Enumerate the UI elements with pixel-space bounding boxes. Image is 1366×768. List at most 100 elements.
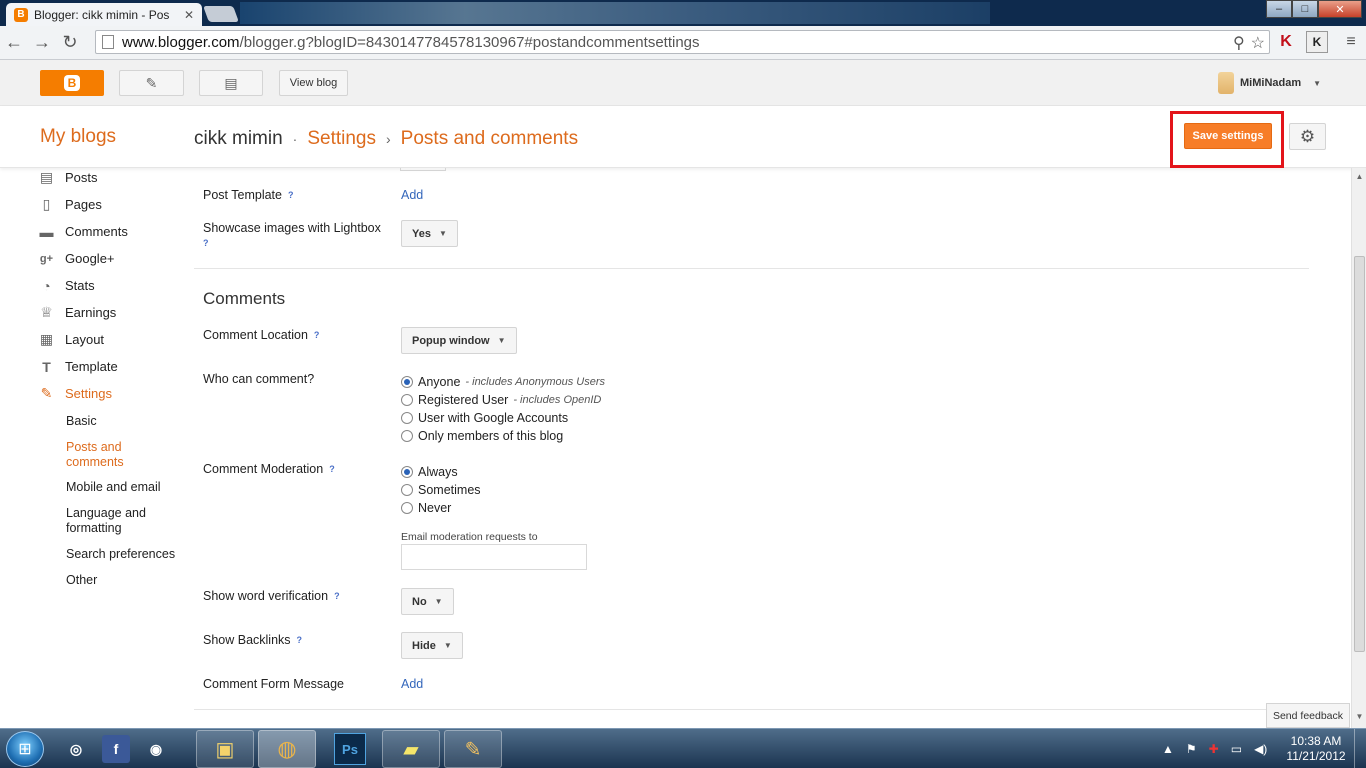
- sidebar-item-pages[interactable]: ▯ Pages: [38, 196, 102, 212]
- star-icon[interactable]: ☆: [1251, 33, 1265, 53]
- chrome-icon: ◍: [277, 736, 297, 761]
- chevron-down-icon: ▼: [443, 641, 452, 650]
- radio-button[interactable]: [401, 484, 413, 496]
- network-icon[interactable]: ▭: [1231, 742, 1242, 756]
- sidebar-item-earnings[interactable]: ♕ Earnings: [38, 304, 116, 320]
- radio-button[interactable]: [401, 430, 413, 442]
- wrench-menu-icon[interactable]: ≡: [1340, 31, 1362, 53]
- address-bar[interactable]: www.blogger.com/blogger.g?blogID=8430147…: [95, 30, 1270, 54]
- help-icon[interactable]: ?: [329, 464, 335, 474]
- kaspersky-icon[interactable]: K: [1275, 31, 1297, 53]
- chrome-taskbar-button[interactable]: ◍: [258, 730, 316, 768]
- radio-google-accounts[interactable]: User with Google Accounts: [401, 411, 568, 425]
- word-verification-select[interactable]: No ▼: [401, 588, 454, 615]
- radio-blog-members[interactable]: Only members of this blog: [401, 429, 563, 443]
- facebook-icon[interactable]: f: [102, 735, 130, 763]
- sidebar-subitem-search-preferences[interactable]: Search preferences: [66, 547, 175, 562]
- save-settings-button[interactable]: Save settings: [1184, 123, 1272, 149]
- app-icon[interactable]: ◎: [60, 733, 92, 765]
- sidebar-item-layout[interactable]: ▦ Layout: [38, 331, 105, 347]
- action-center-flag-icon[interactable]: ⚑: [1186, 742, 1197, 756]
- page-scrollbar[interactable]: ▲ ▼: [1351, 168, 1366, 728]
- radio-button[interactable]: [401, 412, 413, 424]
- camera-icon[interactable]: ◉: [140, 733, 172, 765]
- radio-button[interactable]: [401, 394, 413, 406]
- new-post-button[interactable]: ✎: [119, 70, 184, 96]
- posts-list-button[interactable]: ▤: [199, 70, 263, 96]
- search-icon[interactable]: ⚲: [1233, 33, 1245, 53]
- system-clock[interactable]: 10:38 AM 11/21/2012: [1284, 734, 1348, 764]
- radio-button[interactable]: [401, 502, 413, 514]
- new-tab-button[interactable]: [203, 6, 239, 22]
- folder-icon: ▣: [215, 738, 235, 761]
- show-hidden-icons-icon[interactable]: ▲: [1162, 742, 1174, 756]
- user-menu[interactable]: MiMiNadam ▼: [1218, 72, 1321, 94]
- scrollbar-thumb[interactable]: [1354, 256, 1365, 652]
- sidebar-subitem-posts-and-comments[interactable]: Posts and comments: [66, 440, 138, 470]
- comment-form-message-label: Comment Form Message: [203, 677, 345, 691]
- antivirus-icon[interactable]: ✚: [1209, 742, 1219, 756]
- sidebar-subitem-language-and-formatting[interactable]: Language and formatting: [66, 506, 161, 536]
- help-icon[interactable]: ?: [334, 591, 340, 601]
- radio-moderation-never[interactable]: Never: [401, 501, 451, 515]
- help-icon[interactable]: ?: [203, 238, 209, 248]
- extension-k-icon[interactable]: K: [1306, 31, 1328, 53]
- radio-button[interactable]: [401, 466, 413, 478]
- gear-icon[interactable]: ⚙: [1289, 123, 1326, 150]
- trophy-icon: ♕: [40, 304, 53, 320]
- breadcrumb-settings-link[interactable]: Settings: [307, 128, 376, 150]
- sidebar-item-stats[interactable]: ◔ Stats: [38, 278, 94, 294]
- paint-taskbar-button[interactable]: ✎: [444, 730, 502, 768]
- scroll-up-icon[interactable]: ▲: [1352, 172, 1366, 181]
- show-backlinks-select[interactable]: Hide ▼: [401, 632, 463, 659]
- email-moderation-input[interactable]: [401, 544, 587, 570]
- close-window-button[interactable]: ✕: [1318, 0, 1362, 18]
- help-icon[interactable]: ?: [314, 330, 320, 340]
- sidebar-item-label: Layout: [65, 332, 105, 347]
- sidebar-item-googleplus[interactable]: g+ Google+: [38, 251, 115, 266]
- view-blog-button[interactable]: View blog: [279, 70, 348, 96]
- help-icon[interactable]: ?: [297, 635, 303, 645]
- blogger-logo-button[interactable]: B: [40, 70, 104, 96]
- sidebar-subitem-other[interactable]: Other: [66, 573, 97, 588]
- radio-registered-user[interactable]: Registered User - includes OpenID: [401, 393, 601, 407]
- sidebar-subitem-basic[interactable]: Basic: [66, 414, 97, 429]
- photoshop-icon[interactable]: Ps: [334, 733, 366, 765]
- sticky-notes-taskbar-button[interactable]: ▰: [382, 730, 440, 768]
- radio-moderation-always[interactable]: Always: [401, 465, 458, 479]
- sidebar-item-settings[interactable]: ✎ Settings: [38, 385, 112, 401]
- comment-form-message-add-link[interactable]: Add: [401, 677, 423, 691]
- lightbox-select[interactable]: Yes ▼: [401, 220, 458, 247]
- forward-arrow-icon[interactable]: →: [28, 32, 56, 53]
- comment-location-select[interactable]: Popup window ▼: [401, 327, 517, 354]
- sidebar-item-posts[interactable]: ▤ Posts: [38, 169, 98, 185]
- explorer-taskbar-button[interactable]: ▣: [196, 730, 254, 768]
- reload-icon[interactable]: ↻: [56, 32, 84, 53]
- maximize-button[interactable]: □: [1292, 0, 1318, 18]
- email-moderation-label: Email moderation requests to: [401, 531, 538, 543]
- help-icon[interactable]: ?: [288, 190, 294, 200]
- scroll-down-icon[interactable]: ▼: [1352, 712, 1366, 721]
- volume-icon[interactable]: ◀): [1254, 742, 1267, 756]
- sidebar-subitem-mobile-and-email[interactable]: Mobile and email: [66, 480, 161, 495]
- minimize-button[interactable]: –: [1266, 0, 1292, 18]
- radio-moderation-sometimes[interactable]: Sometimes: [401, 483, 481, 497]
- browser-tab[interactable]: B Blogger: cikk mimin - Pos ✕: [6, 3, 202, 26]
- clock-time: 10:38 AM: [1290, 734, 1342, 748]
- system-tray: ▲ ⚑ ✚ ▭ ◀): [1162, 729, 1267, 768]
- my-blogs-link[interactable]: My blogs: [40, 126, 116, 148]
- start-button[interactable]: ⊞: [6, 731, 44, 767]
- post-template-add-link[interactable]: Add: [401, 188, 423, 202]
- sidebar-item-label: Posts: [65, 170, 98, 185]
- settings-main: Post Template? Add Showcase images with …: [194, 168, 1310, 710]
- back-arrow-icon[interactable]: ←: [0, 32, 28, 53]
- show-desktop-button[interactable]: [1354, 729, 1366, 768]
- url-text: www.blogger.com/blogger.g?blogID=8430147…: [122, 34, 700, 51]
- tab-close-icon[interactable]: ✕: [184, 8, 194, 22]
- sidebar-item-comments[interactable]: ▬ Comments: [38, 224, 128, 240]
- radio-anyone[interactable]: Anyone - includes Anonymous Users: [401, 375, 605, 389]
- send-feedback-button[interactable]: Send feedback: [1266, 703, 1350, 728]
- sidebar-item-template[interactable]: T Template: [38, 359, 118, 375]
- radio-button[interactable]: [401, 376, 413, 388]
- blog-name[interactable]: cikk mimin: [194, 128, 283, 150]
